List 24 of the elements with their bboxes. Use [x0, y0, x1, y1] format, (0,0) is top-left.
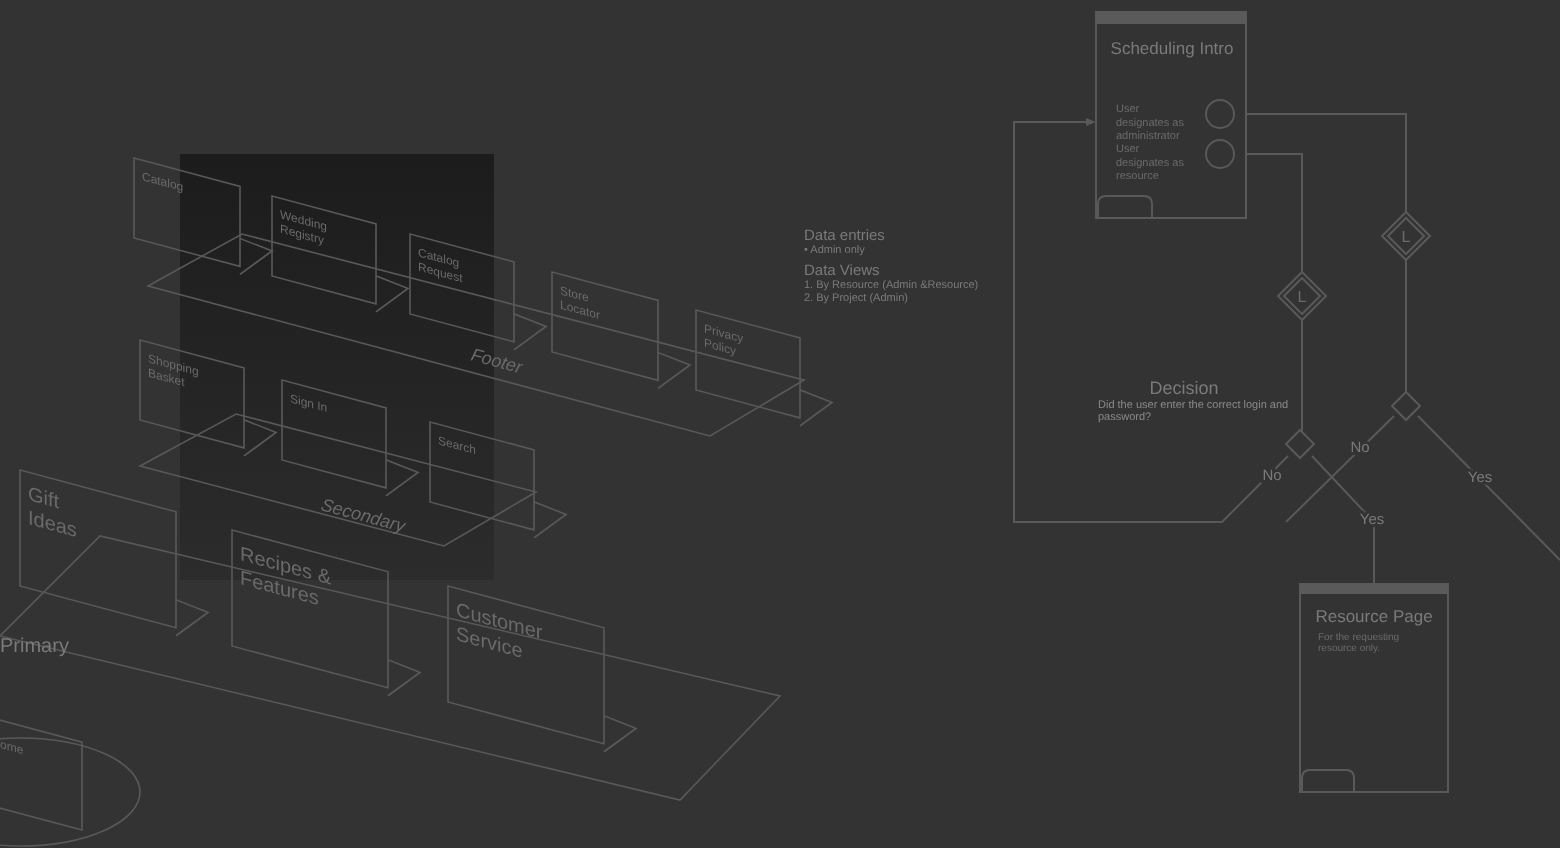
tier-label: Primary — [0, 636, 69, 658]
tab-shape — [1097, 195, 1153, 219]
page-card — [133, 157, 274, 276]
notes-text: Data entries • Admin only Data Views 1. By Resource (Admin &Resource) 2. By Project (Admin) — [804, 226, 979, 305]
gate-diamond — [1380, 210, 1432, 262]
page-card — [695, 309, 834, 427]
page-card — [271, 195, 410, 313]
tier-label: Footer — [468, 344, 525, 378]
arrow-head-icon — [1086, 118, 1096, 126]
page-card — [429, 421, 568, 539]
tab-shape — [1301, 769, 1355, 793]
decision-diamond — [1284, 428, 1316, 460]
radio-circle — [1205, 99, 1235, 129]
screen-title: Resource Page — [1315, 606, 1433, 626]
page-card — [409, 233, 548, 351]
screen-title: Scheduling Intro — [1110, 38, 1234, 58]
decision-title: Decision — [1149, 378, 1219, 398]
page-label: Recipes & Features — [240, 544, 331, 612]
page-card — [139, 339, 278, 457]
page-card — [281, 379, 420, 497]
page-card — [551, 271, 692, 390]
radio-circle — [1205, 139, 1235, 169]
decision-diamond — [1390, 390, 1422, 422]
gate-diamond — [1276, 270, 1328, 322]
